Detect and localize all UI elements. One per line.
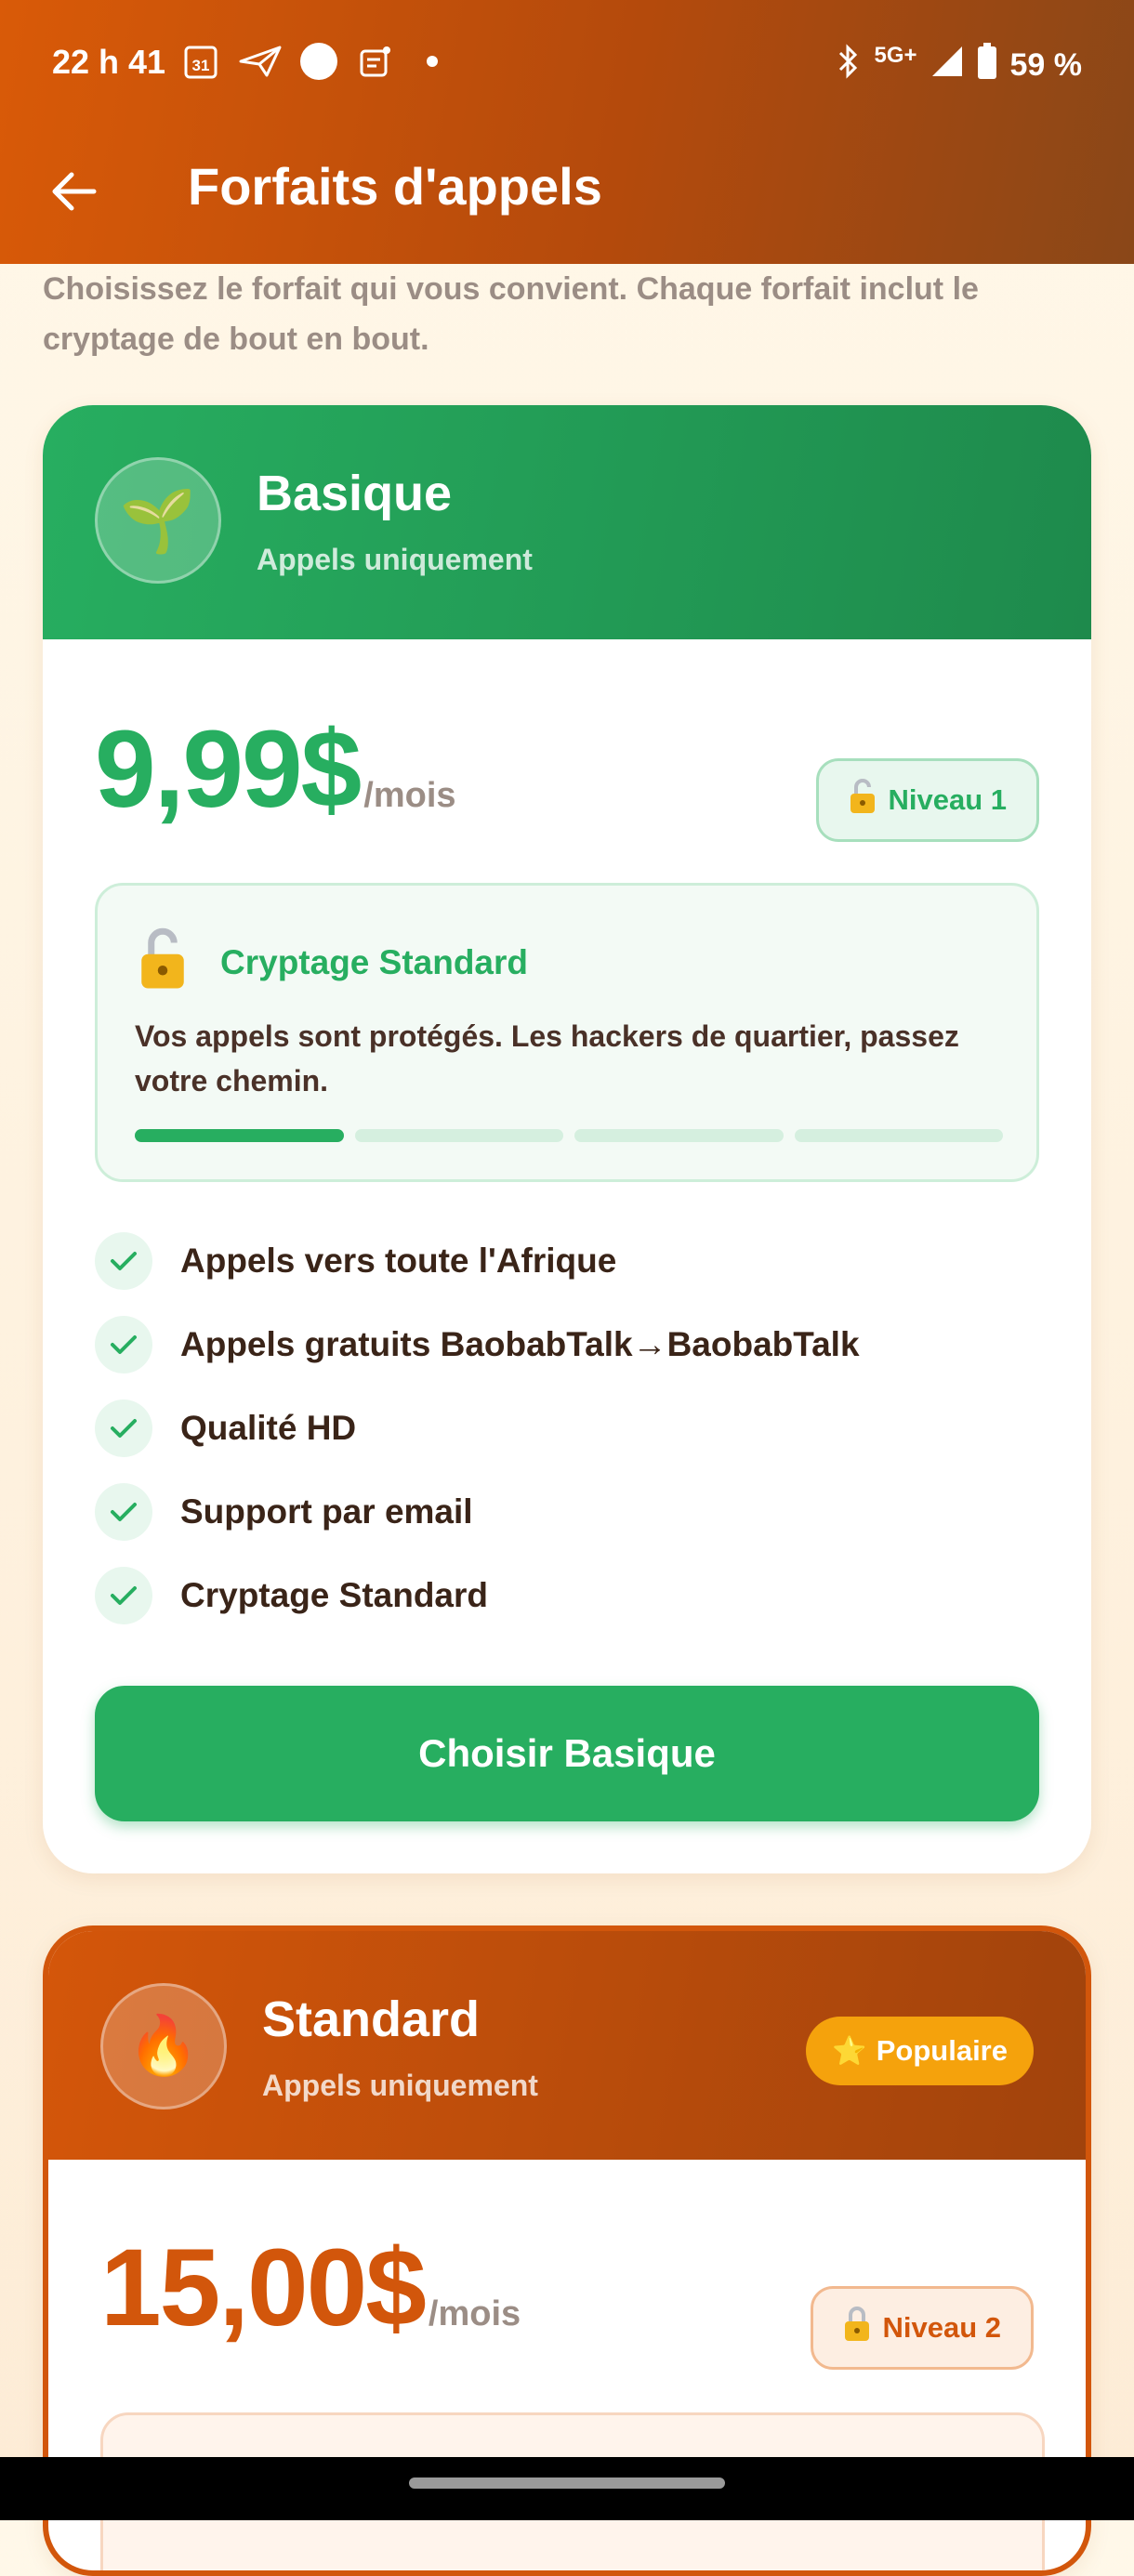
strength-segment [135, 1129, 344, 1142]
navigation-bar [0, 2457, 1134, 2520]
calendar-day: 31 [192, 57, 210, 74]
calendar-icon: 31 [184, 43, 218, 80]
price-amount: 15,00$ [100, 2227, 427, 2349]
fire-icon: 🔥 [100, 1983, 227, 2109]
check-icon [95, 1232, 152, 1290]
paper-plane-icon [238, 43, 283, 80]
check-icon [95, 1400, 152, 1457]
feature-text: Support par email [180, 1492, 473, 1531]
feature-item: Appels gratuits BaobabTalk→BaobabTalk [95, 1303, 1039, 1387]
plan-subtitle: Appels uniquement [262, 2069, 538, 2102]
home-gesture-handle[interactable] [409, 2477, 725, 2489]
plan-header: 🌱 Basique Appels uniquement [43, 405, 1091, 639]
battery-icon [977, 43, 997, 88]
lock-open-icon [849, 778, 877, 822]
strength-segment [574, 1129, 784, 1142]
check-icon [95, 1483, 152, 1541]
encryption-description: Vos appels sont protégés. Les hackers de… [135, 1019, 959, 1097]
battery-level: 59 % [1009, 47, 1083, 83]
price-period: /mois [428, 2294, 521, 2333]
signal-icon [930, 45, 964, 86]
encryption-strength-bar [135, 1129, 1003, 1142]
encryption-title: Cryptage Standard [220, 943, 529, 981]
plan-subtitle: Appels uniquement [257, 543, 533, 576]
bluetooth-icon [835, 43, 861, 88]
dot-icon [426, 43, 439, 80]
feature-list: Appels vers toute l'Afrique Appels gratu… [95, 1219, 1039, 1637]
feature-item: Appels vers toute l'Afrique [95, 1219, 1039, 1303]
feature-item: Qualité HD [95, 1387, 1039, 1470]
lock-icon [843, 2306, 871, 2350]
plan-name: Standard [262, 1991, 481, 2047]
status-right: 5G+ 59 % [835, 43, 1082, 88]
notes-icon [359, 43, 392, 80]
plan-header: 🔥 Standard Appels uniquement ⭐ Populaire [48, 1931, 1086, 2160]
feature-text: Appels gratuits BaobabTalk→BaobabTalk [180, 1325, 860, 1363]
page-title: Forfaits d'appels [188, 157, 602, 216]
lock-open-icon [135, 927, 194, 992]
strength-segment [354, 1129, 563, 1142]
plan-name: Basique [257, 466, 453, 521]
feature-item: Support par email [95, 1470, 1039, 1554]
level-badge: Niveau 2 [811, 2286, 1034, 2370]
feature-text: Appels vers toute l'Afrique [180, 1242, 617, 1280]
price-period: /mois [363, 776, 456, 815]
check-icon [95, 1316, 152, 1373]
choose-basique-button[interactable]: Choisir Basique [95, 1686, 1039, 1821]
strength-segment [794, 1129, 1003, 1142]
level-label: Niveau 2 [882, 2311, 1001, 2344]
app-bar: 22 h 41 31 5G+ 59 % Forfaits d'appels [0, 0, 1134, 264]
seedling-icon: 🌱 [95, 457, 221, 584]
circle-icon [299, 43, 338, 80]
status-time: 22 h 41 [52, 43, 166, 81]
price-amount: 9,99$ [95, 708, 362, 831]
feature-text: Qualité HD [180, 1409, 357, 1447]
back-button[interactable] [45, 165, 104, 217]
intro-text: Choisissez le forfait qui vous convient.… [43, 271, 979, 357]
arrow-left-icon [52, 172, 97, 211]
popular-badge: ⭐ Populaire [806, 2017, 1034, 2085]
feature-text: Cryptage Standard [180, 1576, 489, 1614]
level-badge: Niveau 1 [816, 758, 1039, 842]
level-label: Niveau 1 [888, 783, 1007, 816]
status-bar: 22 h 41 31 5G+ 59 % [0, 0, 1134, 126]
feature-item: Cryptage Standard [95, 1554, 1039, 1637]
plan-price: 15,00$ /mois [100, 2225, 521, 2351]
network-type: 5G+ [874, 43, 917, 68]
plan-card-basique: 🌱 Basique Appels uniquement 9,99$ /mois … [43, 405, 1091, 1873]
plan-price: 9,99$ /mois [95, 706, 456, 833]
star-icon: ⭐ [832, 2035, 867, 2067]
check-icon [95, 1567, 152, 1624]
encryption-box: Cryptage Standard Vos appels sont protég… [95, 883, 1039, 1182]
popular-label: Populaire [876, 2034, 1008, 2067]
